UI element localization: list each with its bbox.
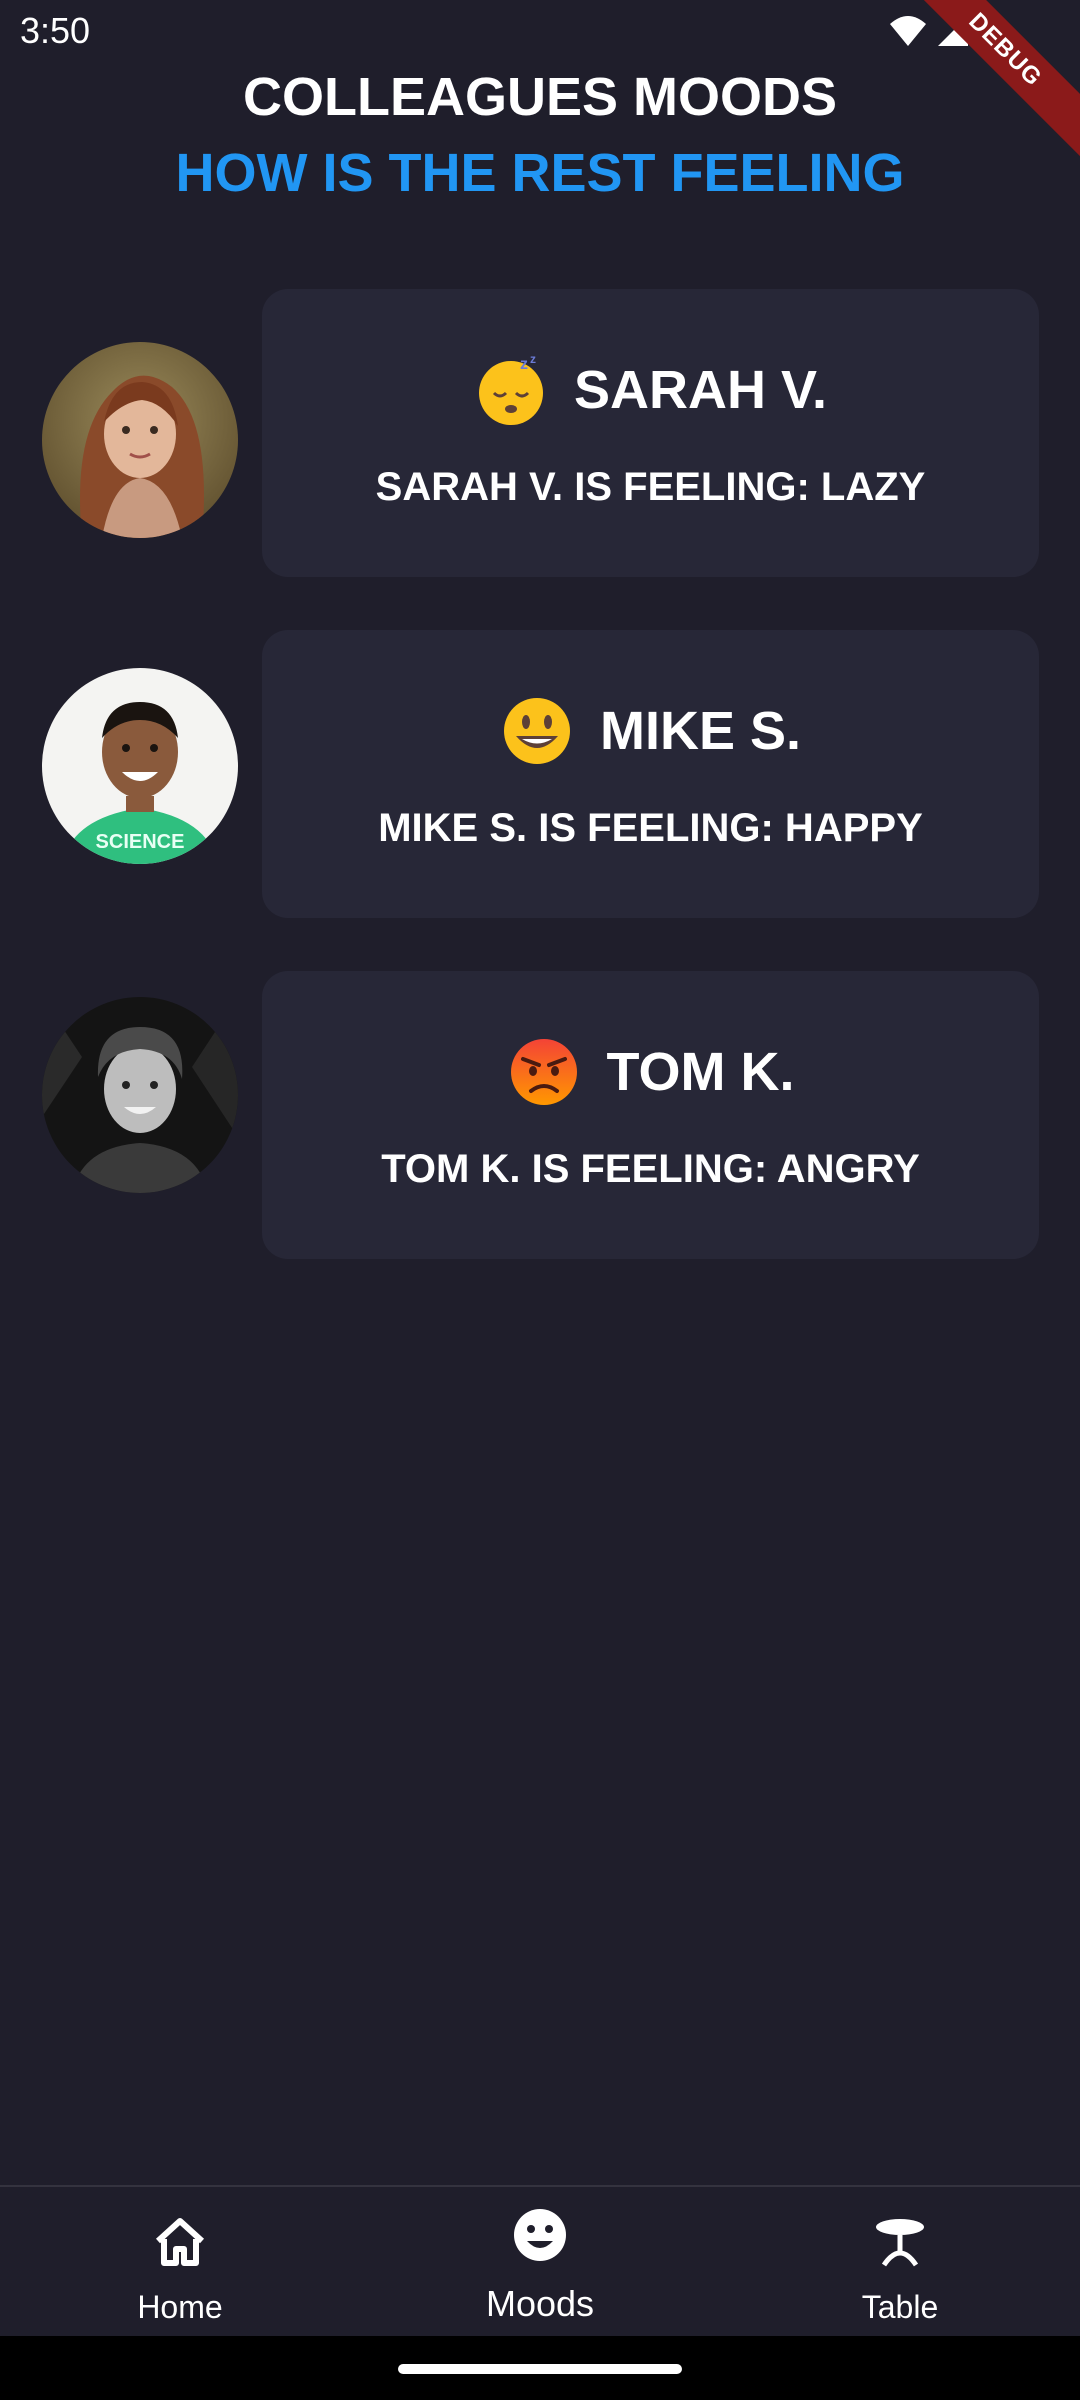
status-time: 3:50 [20,10,91,51]
mood-status: TOM K. IS FEELING: ANGRY [381,1147,920,1191]
avatar-photo-mike: SCIENCE [42,668,238,864]
moods-screen: 3:50 DEBUG COLLEAGUES MOODS HOW IS THE R… [0,0,1080,2400]
card-name-line: z z SARAH V. [262,353,1039,427]
nav-item-moods[interactable]: Moods [360,2187,720,2337]
bottom-navigation: Home Moods Table [0,2185,1080,2337]
colleague-name: MIKE S. [599,701,802,761]
colleague-name: SARAH V. [573,360,828,420]
avatar: SCIENCE [42,668,238,864]
page-title: COLLEAGUES MOODS [242,67,838,127]
svg-text:z: z [530,353,536,366]
avatar-photo-tom [42,997,238,1193]
nav-item-home[interactable]: Home [0,2187,360,2337]
avatar [42,342,238,538]
wifi-icon [890,16,926,46]
mood-card[interactable]: TOM K. TOM K. IS FEELING: ANGRY [262,971,1039,1259]
angry-face-icon [510,1039,577,1105]
page-subtitle: HOW IS THE REST FEELING [175,143,905,203]
mood-row-mike: SCIENCE MIKE S. MIKE S. IS FEELING: HAPP… [0,630,1080,918]
mood-row-sarah: z z SARAH V. SARAH V. IS FEELING: LAZY [0,289,1080,577]
nav-item-table[interactable]: Table [720,2187,1080,2337]
mood-status: SARAH V. IS FEELING: LAZY [375,465,926,509]
nav-label-home: Home [137,2289,223,2325]
mood-status: MIKE S. IS FEELING: HAPPY [378,806,923,850]
status-bar: 3:50 DEBUG [0,0,1080,169]
card-name-line: MIKE S. [262,694,1039,768]
home-indicator[interactable] [398,2364,682,2374]
avatar [42,997,238,1193]
smiley-icon [514,2209,566,2261]
sleeping-face-icon: z z [478,353,543,425]
colleague-name: TOM K. [606,1042,795,1102]
table-icon [876,2219,924,2267]
card-name-line: TOM K. [262,1035,1039,1109]
svg-text:SCIENCE: SCIENCE [96,831,185,853]
smiling-face-icon [503,698,570,764]
nav-label-moods: Moods [485,2283,595,2324]
mood-card[interactable]: z z SARAH V. SARAH V. IS FEELING: LAZY [262,289,1039,577]
avatar-photo-sarah [42,342,238,538]
svg-text:z: z [520,356,528,373]
nav-label-table: Table [861,2289,939,2325]
mood-row-tom: TOM K. TOM K. IS FEELING: ANGRY [0,971,1080,1259]
mood-card[interactable]: MIKE S. MIKE S. IS FEELING: HAPPY [262,630,1039,918]
home-icon [155,2218,205,2266]
